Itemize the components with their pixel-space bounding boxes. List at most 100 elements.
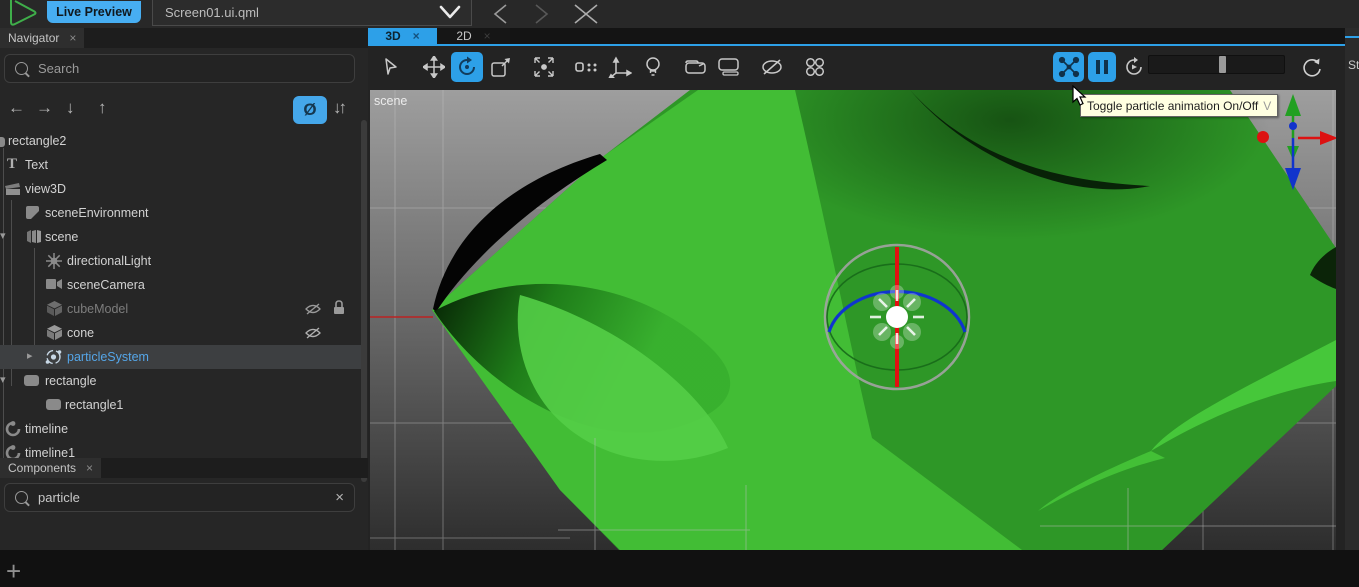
tab-components[interactable]: Components ×: [0, 458, 101, 478]
tree-row-timeline1[interactable]: timeline1: [0, 441, 361, 458]
restart-particles-button[interactable]: [1120, 52, 1148, 82]
current-file-dropdown[interactable]: Screen01.ui.qml: [152, 0, 472, 26]
tree-row-scene[interactable]: ▾ scene: [0, 225, 361, 249]
tab-2d[interactable]: 2D ×: [437, 28, 510, 44]
components-tab-bar: Components ×: [0, 458, 370, 478]
move-right-button[interactable]: →: [36, 98, 53, 118]
expand-category-icon[interactable]: +: [6, 556, 21, 587]
pause-icon: [1095, 59, 1109, 75]
expander-down-icon[interactable]: ▾: [0, 229, 6, 242]
loop-play-icon: [1122, 55, 1146, 79]
live-preview-button[interactable]: Live Preview: [47, 1, 141, 23]
visibility-off-icon: Ø: [303, 100, 316, 120]
view3d-icon: [5, 181, 21, 196]
timeline-icon: [5, 421, 21, 437]
tree-row-view3d[interactable]: view3D: [0, 177, 361, 201]
cube-icon: [47, 325, 62, 340]
reset-view-button[interactable]: [1296, 52, 1328, 82]
snap-icon: [575, 59, 599, 75]
tree-row-cone[interactable]: cone: [0, 321, 361, 345]
scale-icon: [490, 56, 512, 78]
scene-render: [370, 90, 1336, 550]
close-navigator-icon[interactable]: ×: [69, 31, 76, 45]
navigator-scrollbar[interactable]: [361, 120, 367, 482]
reverse-order-icon[interactable]: ↓↑: [333, 98, 344, 118]
eye-off-icon[interactable]: [305, 303, 321, 316]
rotate-icon: [456, 56, 478, 78]
visibility-override-button[interactable]: [756, 52, 788, 82]
tree-row-directionallight[interactable]: directionalLight: [0, 249, 361, 273]
camera-view-button[interactable]: [713, 52, 745, 82]
close-3d-tab-icon[interactable]: ×: [413, 29, 420, 43]
back-icon[interactable]: [489, 4, 513, 24]
close-components-icon[interactable]: ×: [86, 461, 93, 475]
snap-toggle-button[interactable]: [571, 52, 603, 82]
lock-icon[interactable]: [333, 300, 345, 315]
tree-row-particlesystem[interactable]: ▸ particleSystem: [0, 345, 361, 369]
tree-row-sceneenvironment[interactable]: sceneEnvironment: [0, 201, 361, 225]
viewport-tab-bar: 3D × 2D ×: [368, 28, 1345, 44]
particles-icon: [804, 56, 826, 78]
close-document-icon[interactable]: [571, 3, 601, 25]
move-up-button[interactable]: ↑: [98, 98, 107, 118]
fit-to-view-icon: [533, 56, 555, 78]
components-search-input[interactable]: particle ×: [4, 483, 355, 512]
eye-off-icon: [760, 57, 784, 77]
3d-scene-canvas[interactable]: scene: [370, 90, 1336, 550]
slider-handle[interactable]: [1219, 56, 1226, 73]
tree-row-scenecamera[interactable]: sceneCamera: [0, 273, 361, 297]
edit-light-button[interactable]: [637, 52, 669, 82]
states-panel-clipped: Sta: [1345, 28, 1359, 550]
tab-navigator[interactable]: Navigator ×: [0, 28, 84, 48]
scene-name-label: scene: [374, 94, 407, 108]
show-only-visible-button[interactable]: Ø: [293, 96, 327, 124]
tooltip-shortcut: V: [1263, 99, 1271, 113]
timeline-icon: [5, 445, 21, 458]
particle-emitter-icon: [870, 285, 924, 349]
forward-icon[interactable]: [529, 4, 553, 24]
clear-search-icon[interactable]: ×: [335, 489, 344, 506]
tree-row-text[interactable]: T Text: [0, 153, 361, 177]
navigator-search-input[interactable]: Search: [4, 54, 355, 83]
camera-mode-button[interactable]: [680, 52, 712, 82]
camera-icon: [46, 277, 62, 291]
toggle-particle-animation-button[interactable]: [1053, 52, 1084, 82]
select-cursor-icon: [381, 57, 401, 77]
search-icon: [15, 491, 28, 504]
run-project-icon[interactable]: [8, 0, 38, 27]
eye-off-icon[interactable]: [305, 327, 321, 340]
cube-icon: [47, 301, 62, 316]
expander-right-icon[interactable]: ▸: [27, 349, 33, 362]
tree-row-timeline[interactable]: timeline: [0, 417, 361, 441]
tab-3d[interactable]: 3D ×: [368, 28, 437, 44]
chevron-down-icon: [437, 5, 463, 21]
tree-row-rectangle2[interactable]: rectangle2: [0, 129, 361, 153]
reset-icon: [1301, 56, 1323, 78]
rotate-tool-button[interactable]: [451, 52, 483, 82]
close-2d-tab-icon[interactable]: ×: [484, 29, 491, 43]
particle-system-icon: [45, 349, 62, 365]
scale-tool-button[interactable]: [485, 52, 517, 82]
particles-play-button[interactable]: [799, 52, 831, 82]
current-file-name: Screen01.ui.qml: [153, 5, 437, 20]
top-bar: Live Preview Screen01.ui.qml: [0, 0, 1359, 29]
mouse-cursor: [1072, 85, 1088, 107]
select-tool-button[interactable]: [375, 52, 407, 82]
tree-row-rectangle[interactable]: ▾ rectangle: [0, 369, 361, 393]
states-panel-title: Sta: [1348, 58, 1359, 72]
tree-row-cubemodel[interactable]: cubeModel: [0, 297, 361, 321]
light-bulb-icon: [644, 56, 662, 78]
particle-speed-slider[interactable]: [1148, 55, 1285, 74]
pause-particle-button[interactable]: [1088, 52, 1116, 82]
orientation-toggle-button[interactable]: [604, 52, 636, 82]
move-down-button[interactable]: ↓: [66, 98, 75, 118]
tooltip: Toggle particle animation On/Off V: [1080, 94, 1278, 117]
camera-view-icon: [717, 58, 741, 76]
expander-down-icon[interactable]: ▾: [0, 373, 6, 386]
fit-selected-button[interactable]: [528, 52, 560, 82]
move-tool-button[interactable]: [418, 52, 450, 82]
tree-row-rectangle1[interactable]: rectangle1: [0, 393, 361, 417]
directional-light-icon: [46, 253, 62, 269]
axes-icon: [608, 56, 632, 78]
move-left-button[interactable]: ←: [8, 98, 25, 118]
